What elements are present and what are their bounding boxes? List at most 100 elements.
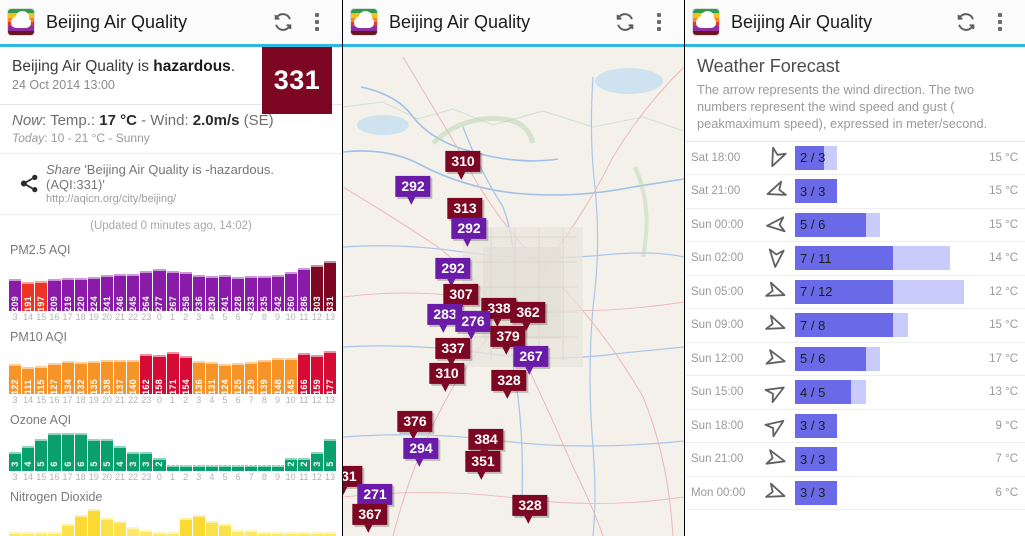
- map-station-marker[interactable]: 307: [443, 283, 479, 314]
- chart-bar-value: 233: [246, 296, 257, 312]
- map-station-marker[interactable]: 267: [513, 345, 549, 376]
- chart-x-tick: 15: [36, 472, 47, 482]
- overflow-menu-icon[interactable]: [983, 5, 1017, 39]
- chart-bar: 166: [297, 353, 310, 395]
- map-station-marker[interactable]: 351: [465, 450, 501, 481]
- wind-gust-value: 3 / 3: [800, 418, 826, 434]
- chart-x-tick: 23: [141, 472, 152, 482]
- map-station-marker[interactable]: 292: [395, 175, 431, 206]
- chart-bar-column: 1: [205, 461, 218, 471]
- chart-bar-column: 1: [271, 461, 284, 471]
- marker-aqi-value: 384: [468, 428, 504, 459]
- map-station-marker[interactable]: 294: [403, 437, 439, 468]
- chart-bar: 134: [61, 361, 74, 395]
- chart-x-tick: 19: [88, 312, 99, 322]
- map-station-marker[interactable]: 276: [455, 310, 491, 341]
- chart-x-tick: 18: [75, 312, 86, 322]
- station-map[interactable]: 3102922722852763132923003453432923443073…: [343, 47, 684, 536]
- map-station-marker[interactable]: 367: [352, 503, 388, 534]
- chart-bar-value: 209: [49, 296, 60, 312]
- map-station-marker[interactable]: 337: [435, 337, 471, 368]
- now-temperature: 17 °C: [99, 112, 137, 129]
- refresh-icon[interactable]: [949, 5, 983, 39]
- chart-title: PM10 AQI: [10, 330, 67, 344]
- map-station-marker[interactable]: 292: [435, 257, 471, 288]
- chart-bar: [114, 521, 127, 536]
- chart-bar: 246: [114, 274, 127, 312]
- refresh-icon[interactable]: [266, 5, 300, 39]
- chart-bar-value: 241: [101, 296, 112, 312]
- pollutant-charts: PM2.5 AQI 209 191 197 209 219 220 224 241 246 245 2…: [0, 235, 342, 536]
- chart-x-tick: 21: [115, 312, 126, 322]
- map-station-marker[interactable]: 313: [447, 197, 483, 228]
- chart-bar-value: 242: [272, 296, 283, 312]
- map-station-marker[interactable]: 376: [397, 410, 433, 441]
- chart-bar-column: 5: [100, 439, 113, 471]
- map-station-marker[interactable]: 310: [445, 150, 481, 181]
- chart-bar-column: 1: [232, 461, 245, 471]
- chart-bar-column: 264: [140, 271, 153, 312]
- chart-bar-column: 158: [153, 355, 166, 395]
- chart-bar-value: 1: [220, 461, 231, 467]
- chart-bar-column: 5: [35, 439, 48, 471]
- map-station-marker[interactable]: 292: [451, 217, 487, 248]
- wind-bar-track: 3 / 3: [795, 480, 964, 505]
- chart-bar: 159: [310, 355, 323, 395]
- chart-bar: 303: [310, 265, 323, 312]
- chart-bar-value: 122: [10, 379, 21, 395]
- chart-bar-column: 209: [48, 279, 61, 312]
- chart-bar: 241: [100, 275, 113, 312]
- chart-bar: 3: [310, 452, 323, 471]
- chart-bar-value: 6: [75, 461, 86, 467]
- map-station-marker[interactable]: 384: [468, 428, 504, 459]
- chart-bar: 286: [297, 268, 310, 312]
- overflow-menu-icon[interactable]: [300, 5, 334, 39]
- share-row[interactable]: Share 'Beijing Air Quality is -hazardous…: [0, 154, 342, 215]
- chart-bar-value: 3: [128, 461, 139, 467]
- wind-gust-value: 3 / 3: [800, 183, 826, 199]
- chart-bar-value: 2: [154, 461, 165, 467]
- chart-bar: 162: [140, 354, 153, 395]
- chart-bar-value: 230: [206, 296, 217, 312]
- marker-aqi-value: 313: [447, 197, 483, 228]
- chart-bar-column: 1: [192, 461, 205, 471]
- chart-bar-column: 140: [127, 360, 140, 395]
- map-station-marker[interactable]: 379: [490, 325, 526, 356]
- chart-bar-column: 3: [310, 452, 323, 471]
- forecast-time: Sun 00:00: [691, 218, 744, 231]
- overflow-menu-icon[interactable]: [642, 5, 676, 39]
- marker-aqi-value: 351: [465, 450, 501, 481]
- chart-bar-column: 6: [48, 433, 61, 471]
- chart-bar: 233: [245, 276, 258, 312]
- chart-bar: [127, 527, 140, 536]
- forecast-time: Sun 12:00: [691, 352, 744, 365]
- map-station-marker[interactable]: 310: [429, 362, 465, 393]
- chart-bar: 135: [87, 361, 100, 395]
- forecast-row: Mon 00:00 3 / 3 6 °C: [685, 477, 1025, 511]
- chart-bar-column: 4: [22, 446, 35, 471]
- chart-title: Ozone AQI: [10, 413, 72, 427]
- chart-bar: [232, 530, 245, 536]
- map-station-marker[interactable]: 328: [512, 494, 548, 525]
- chart-bar: [297, 532, 310, 536]
- wind-direction-arrow-icon: [757, 347, 795, 371]
- chart-x-tick: 2: [183, 395, 189, 405]
- chart-x-tick: 21: [115, 472, 126, 482]
- forecast-time: Sun 09:00: [691, 319, 744, 332]
- chart-x-tick: 22: [128, 395, 139, 405]
- chart-bar: [74, 515, 87, 536]
- aqi-summary-prefix: Beijing Air Quality is: [12, 58, 154, 75]
- map-station-marker[interactable]: 271: [357, 483, 393, 514]
- chart-bar-column: [258, 532, 271, 536]
- chart-bar: 139: [258, 360, 271, 395]
- chart-bar-value: 158: [154, 379, 165, 395]
- forecast-row: Sat 18:00 2 / 3 15 °C: [685, 142, 1025, 176]
- chart-bar: 140: [127, 360, 140, 395]
- refresh-icon[interactable]: [608, 5, 642, 39]
- map-station-marker[interactable]: 362: [510, 301, 546, 332]
- map-station-marker[interactable]: 328: [491, 369, 527, 400]
- chart-bar: [140, 530, 153, 536]
- chart-bar-value: 3: [10, 461, 21, 467]
- share-text: Share 'Beijing Air Quality is -hazardous…: [46, 162, 330, 192]
- chart-x-tick: 19: [88, 472, 99, 482]
